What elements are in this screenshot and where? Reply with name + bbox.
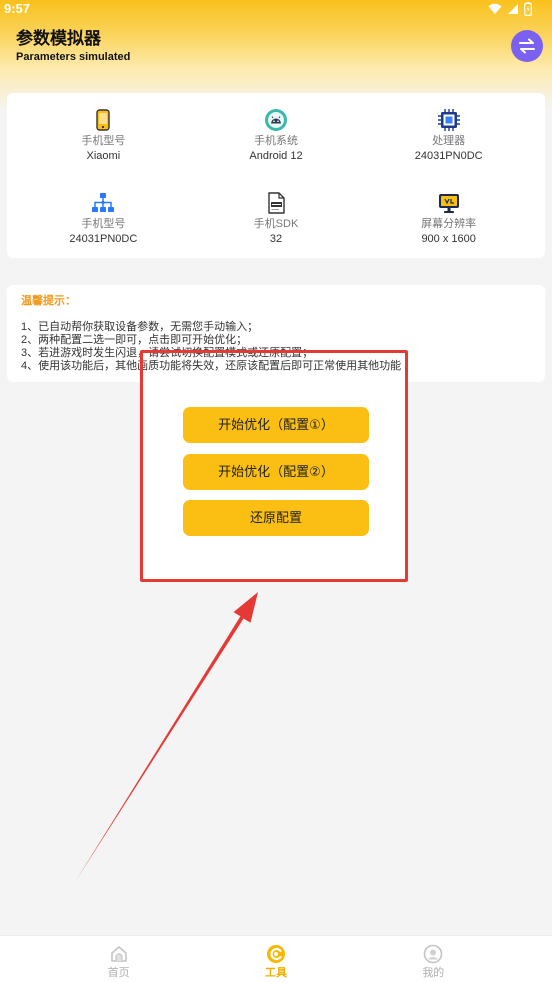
tips-title: 温馨提示： bbox=[21, 295, 76, 307]
nav-item-tools[interactable]: 工具 bbox=[197, 936, 354, 982]
status-icons bbox=[488, 2, 532, 16]
info-label: 屏幕分辨率 bbox=[421, 218, 477, 230]
nav-label: 首页 bbox=[107, 967, 130, 979]
battery-icon bbox=[524, 2, 532, 16]
info-sdk: 手机SDK 32 bbox=[190, 191, 363, 251]
home-icon bbox=[109, 944, 129, 964]
status-time: 9:57 bbox=[4, 1, 31, 16]
chip-icon bbox=[437, 108, 461, 132]
info-value: Android 12 bbox=[249, 150, 303, 162]
info-value: 24031PN0DC bbox=[414, 150, 483, 162]
phone-icon bbox=[91, 108, 115, 132]
monitor-icon bbox=[437, 191, 461, 215]
info-value: 24031PN0DC bbox=[69, 233, 138, 245]
swap-arrows-icon bbox=[519, 38, 535, 54]
annotation-arrow-shape bbox=[75, 592, 258, 882]
bottom-nav: 首页 工具 我的 bbox=[0, 935, 552, 982]
status-bar: 9:57 bbox=[0, 0, 552, 18]
optimize-config-2-button[interactable]: 开始优化（配置②） bbox=[183, 454, 369, 490]
tool-icon bbox=[266, 944, 286, 964]
signal-icon bbox=[508, 4, 518, 14]
app-header: 参数模拟器 Parameters simulated bbox=[16, 29, 130, 64]
info-label: 手机SDK bbox=[253, 218, 299, 230]
device-info-card: 手机型号 Xiaomi 手机系统 Android 12 处理器 24031PN0… bbox=[7, 93, 545, 258]
info-label: 手机型号 bbox=[81, 135, 126, 147]
hierarchy-icon bbox=[91, 191, 115, 215]
page-subtitle: Parameters simulated bbox=[16, 51, 131, 63]
info-resolution: 屏幕分辨率 900 x 1600 bbox=[362, 191, 535, 251]
tip-line: 2、两种配置二选一即可，点击即可开始优化； bbox=[21, 334, 248, 346]
nav-item-profile[interactable]: 我的 bbox=[355, 936, 512, 982]
nav-item-home[interactable]: 首页 bbox=[40, 936, 197, 982]
optimize-config-1-button[interactable]: 开始优化（配置①） bbox=[183, 407, 369, 443]
wifi-icon bbox=[488, 3, 502, 14]
tip-line: 1、已自动帮你获取设备参数，无需您手动输入； bbox=[21, 321, 259, 333]
info-label: 处理器 bbox=[432, 135, 466, 147]
switch-mode-button[interactable] bbox=[511, 30, 543, 62]
android-icon bbox=[264, 108, 288, 132]
page-title: 参数模拟器 bbox=[16, 29, 101, 48]
info-value: Xiaomi bbox=[86, 150, 121, 162]
info-label: 手机型号 bbox=[81, 218, 126, 230]
info-value: 32 bbox=[269, 233, 283, 245]
info-model-code: 手机型号 24031PN0DC bbox=[17, 191, 190, 251]
info-phone-model: 手机型号 Xiaomi bbox=[17, 108, 190, 191]
info-label: 手机系统 bbox=[253, 135, 298, 147]
info-value: 900 x 1600 bbox=[421, 233, 476, 245]
info-os: 手机系统 Android 12 bbox=[190, 108, 363, 191]
nav-label: 工具 bbox=[264, 967, 287, 979]
nav-label: 我的 bbox=[422, 967, 445, 979]
profile-icon bbox=[423, 944, 443, 964]
info-processor: 处理器 24031PN0DC bbox=[362, 108, 535, 191]
sdk-icon bbox=[264, 191, 288, 215]
restore-config-button[interactable]: 还原配置 bbox=[183, 500, 369, 536]
